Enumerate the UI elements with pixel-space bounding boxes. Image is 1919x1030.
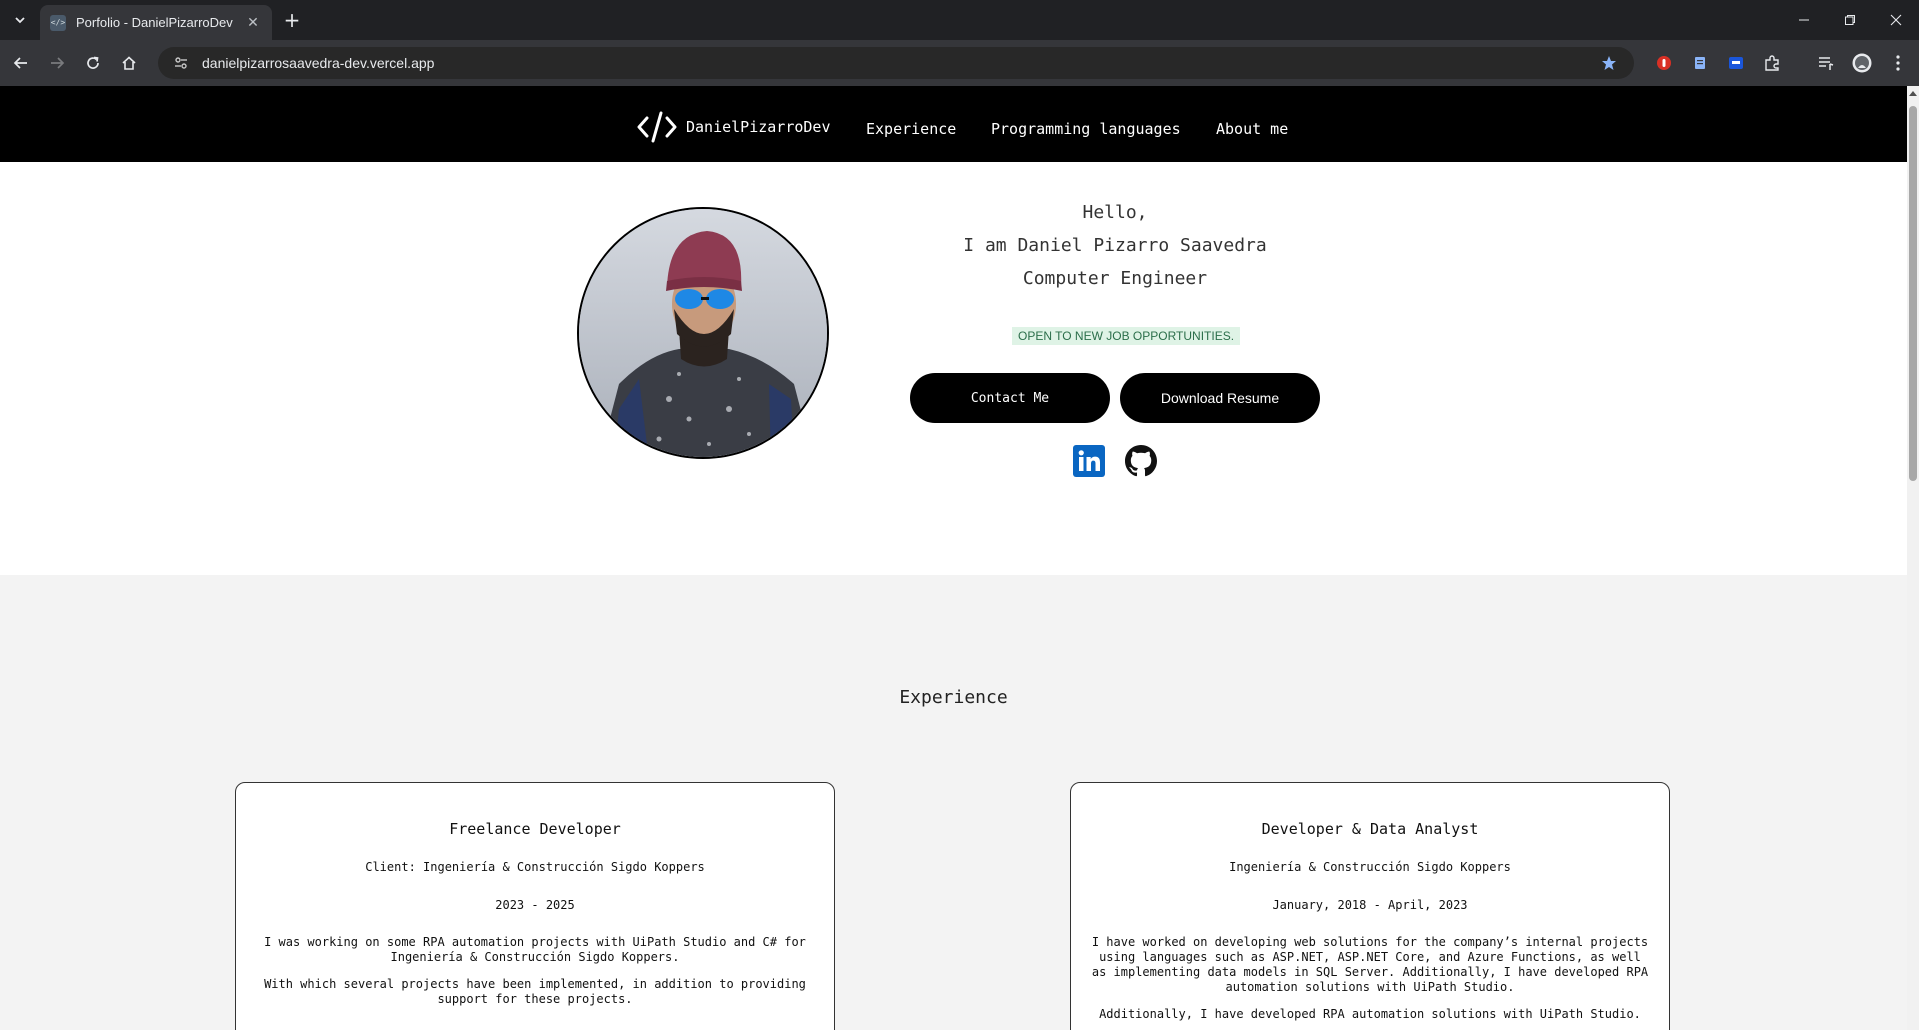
card-description: I have worked on developing web solution… bbox=[1091, 935, 1649, 994]
browser-menu-icon[interactable] bbox=[1888, 53, 1908, 73]
download-resume-button[interactable]: Download Resume bbox=[1120, 373, 1320, 423]
minimize-icon[interactable] bbox=[1781, 0, 1827, 40]
card-description: I was working on some RPA automation pro… bbox=[264, 935, 806, 964]
card-role: Developer & Data Analyst bbox=[1261, 820, 1479, 838]
extension-red-icon[interactable] bbox=[1654, 53, 1674, 73]
card-company: Client: Ingeniería & Construcción Sigdo … bbox=[365, 860, 705, 874]
scroll-up-icon[interactable] bbox=[1907, 86, 1919, 100]
site-settings-icon[interactable] bbox=[172, 54, 190, 72]
nav-programming-languages[interactable]: Programming languages bbox=[991, 120, 1181, 138]
hero-name: I am Daniel Pizarro Saavedra bbox=[963, 235, 1267, 256]
card-company: Ingeniería & Construcción Sigdo Koppers bbox=[1229, 860, 1511, 874]
linkedin-icon[interactable] bbox=[1073, 445, 1105, 477]
card-period: 2023 - 2025 bbox=[495, 898, 575, 912]
tab-title: Porfolio - DanielPizarroDev bbox=[76, 15, 233, 30]
hero-greeting: Hello, bbox=[1082, 202, 1148, 223]
extensions-puzzle-icon[interactable] bbox=[1762, 53, 1782, 73]
contact-me-button[interactable]: Contact Me bbox=[910, 373, 1110, 423]
profile-avatar-icon[interactable] bbox=[1852, 53, 1872, 73]
extension-docs-icon[interactable] bbox=[1690, 53, 1710, 73]
scrollbar-thumb[interactable] bbox=[1909, 106, 1917, 481]
reload-icon[interactable] bbox=[81, 51, 105, 75]
tab-strip: </> Porfolio - DanielPizarroDev ✕ + bbox=[0, 0, 1919, 40]
card-description-2: With which several projects have been im… bbox=[264, 977, 806, 1006]
browser-toolbar: danielpizarrosaavedra-dev.vercel.app bbox=[0, 40, 1919, 86]
brand-name: DanielPizarroDev bbox=[686, 118, 831, 136]
nav-about-me[interactable]: About me bbox=[1216, 120, 1288, 138]
home-icon[interactable] bbox=[117, 51, 141, 75]
hero-section: Hello, I am Daniel Pizarro Saavedra Comp… bbox=[0, 162, 1907, 575]
brand-link[interactable]: DanielPizarroDev bbox=[636, 110, 831, 144]
back-icon[interactable] bbox=[9, 51, 33, 75]
url-text: danielpizarrosaavedra-dev.vercel.app bbox=[202, 55, 435, 71]
site-favicon-icon: </> bbox=[50, 14, 66, 31]
bookmark-star-icon[interactable] bbox=[1598, 52, 1620, 74]
experience-heading: Experience bbox=[899, 687, 1008, 708]
close-window-icon[interactable] bbox=[1873, 0, 1919, 40]
tab-search-icon[interactable] bbox=[8, 8, 32, 32]
site-navbar: DanielPizarroDev Experience Programming … bbox=[0, 86, 1907, 162]
media-control-icon[interactable] bbox=[1816, 53, 1836, 73]
card-description-2: Additionally, I have developed RPA autom… bbox=[1099, 1007, 1641, 1021]
hero-title: Computer Engineer bbox=[1022, 268, 1208, 289]
experience-card-freelance: Freelance Developer Client: Ingeniería &… bbox=[235, 782, 835, 1030]
active-tab[interactable]: </> Porfolio - DanielPizarroDev ✕ bbox=[40, 5, 272, 40]
experience-card-developer: Developer & Data Analyst Ingeniería & Co… bbox=[1070, 782, 1670, 1030]
card-role: Freelance Developer bbox=[449, 820, 621, 838]
page-viewport: DanielPizarroDev Experience Programming … bbox=[0, 86, 1907, 1030]
nav-experience[interactable]: Experience bbox=[866, 120, 956, 138]
tab-close-icon[interactable]: ✕ bbox=[244, 14, 262, 32]
address-bar[interactable]: danielpizarrosaavedra-dev.vercel.app bbox=[158, 47, 1634, 79]
extension-blue-icon[interactable] bbox=[1726, 53, 1746, 73]
page-scrollbar[interactable] bbox=[1907, 86, 1919, 1030]
card-period: January, 2018 - April, 2023 bbox=[1272, 898, 1468, 912]
forward-icon[interactable] bbox=[45, 51, 69, 75]
github-icon[interactable] bbox=[1125, 445, 1157, 477]
status-badge: OPEN TO NEW JOB OPPORTUNITIES. bbox=[1012, 327, 1241, 345]
new-tab-icon[interactable]: + bbox=[280, 8, 304, 32]
restore-icon[interactable] bbox=[1827, 0, 1873, 40]
code-logo-icon bbox=[637, 111, 677, 143]
profile-photo bbox=[577, 207, 829, 459]
